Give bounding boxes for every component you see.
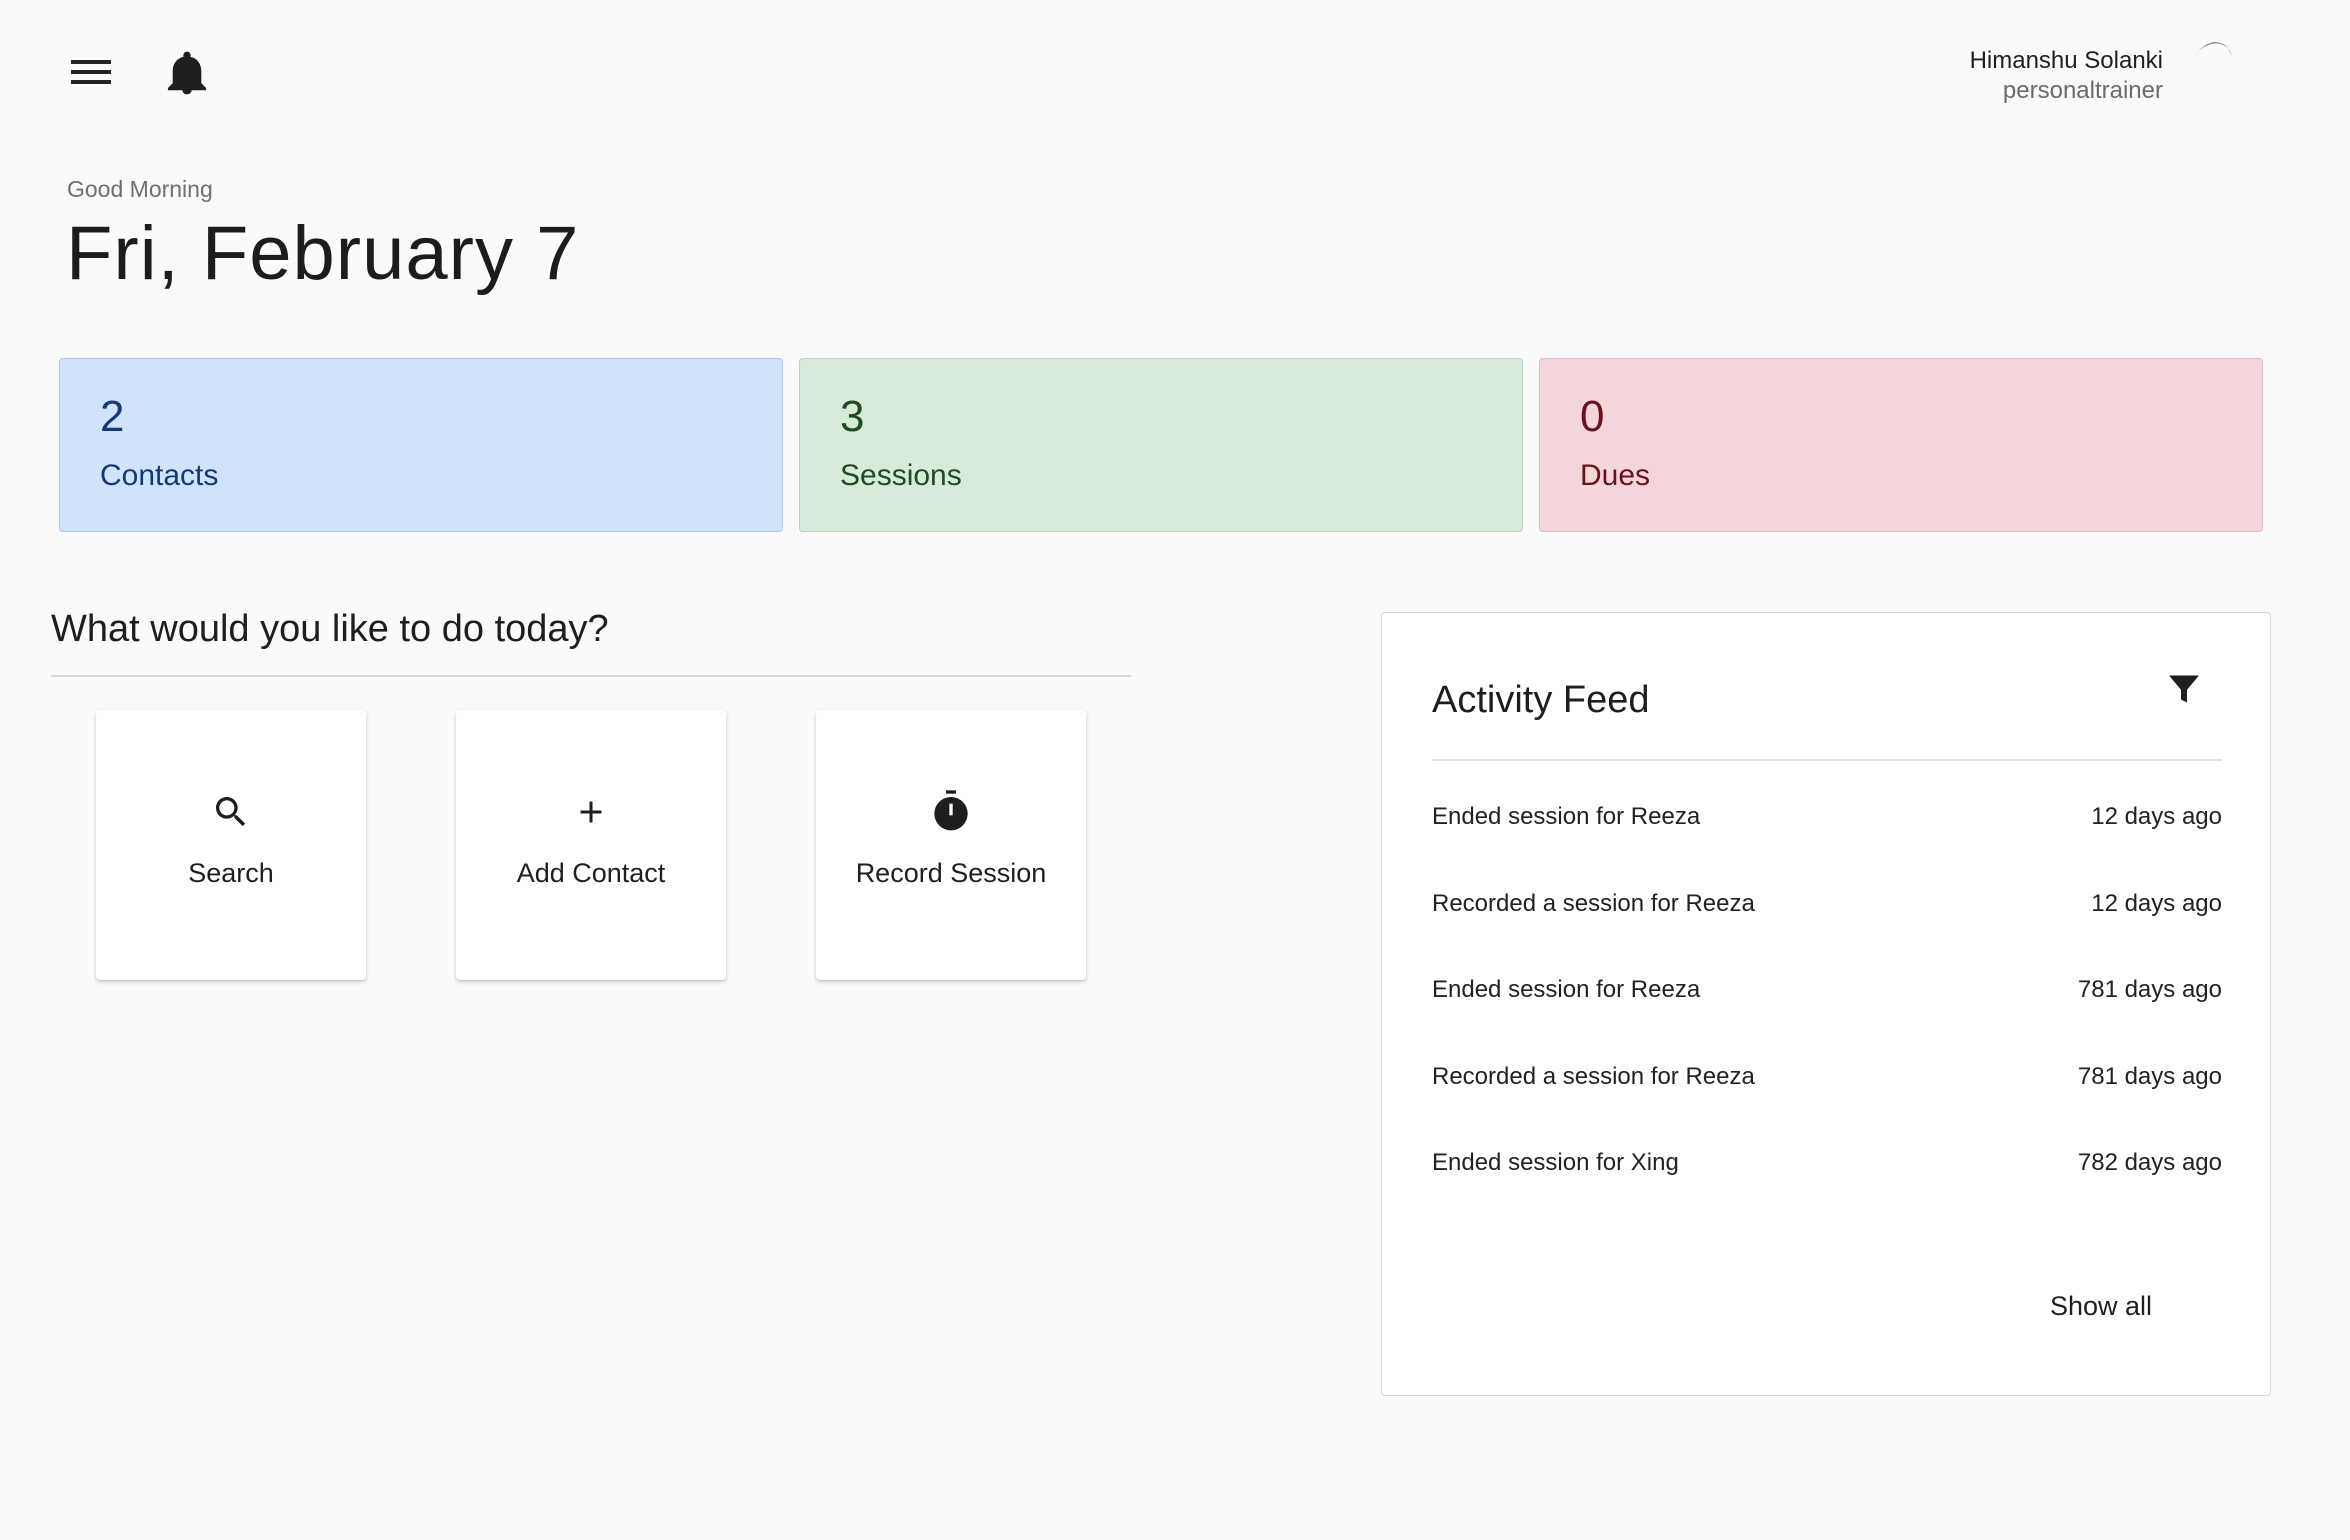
search-action-label: Search bbox=[188, 858, 274, 888]
activity-text: Ended session for Xing bbox=[1432, 1149, 1679, 1176]
sessions-stat-card[interactable]: 3 Sessions bbox=[799, 358, 1523, 532]
user-name: Himanshu Solanki bbox=[1969, 47, 2163, 74]
activity-text: Recorded a session for Reeza bbox=[1432, 1062, 1755, 1090]
actions-heading: What would you like to do today? bbox=[51, 608, 609, 650]
activity-feed-list: Ended session for Reeza 12 days ago Reco… bbox=[1432, 803, 2222, 1236]
avatar-image bbox=[2194, 42, 2232, 58]
actions-divider bbox=[51, 675, 1131, 677]
activity-feed-item[interactable]: Ended session for Xing 782 days ago bbox=[1432, 1149, 2222, 1236]
stopwatch-icon bbox=[934, 790, 968, 831]
activity-feed-divider bbox=[1432, 759, 2222, 761]
activity-feed-item[interactable]: Ended session for Reeza 12 days ago bbox=[1432, 803, 2222, 890]
avatar[interactable] bbox=[2188, 30, 2244, 86]
dues-count: 0 bbox=[1580, 392, 1605, 441]
activity-feed-title: Activity Feed bbox=[1432, 679, 1650, 721]
contacts-stat-card[interactable]: 2 Contacts bbox=[59, 358, 783, 532]
search-icon bbox=[216, 797, 246, 827]
activity-time: 12 days ago bbox=[2091, 889, 2222, 917]
activity-time: 12 days ago bbox=[2091, 803, 2222, 830]
add-contact-action-label: Add Contact bbox=[516, 858, 666, 888]
notifications-button[interactable] bbox=[154, 40, 220, 106]
page-title: Fri, February 7 bbox=[66, 211, 580, 296]
add-contact-action-button[interactable]: Add Contact bbox=[456, 710, 726, 980]
bell-icon bbox=[167, 51, 207, 95]
activity-text: Ended session for Reeza bbox=[1432, 803, 1701, 830]
activity-time: 781 days ago bbox=[2077, 976, 2222, 1003]
user-role: personaltrainer bbox=[2002, 77, 2163, 104]
show-all-button[interactable]: Show all bbox=[2050, 1291, 2152, 1322]
filter-button[interactable] bbox=[2160, 665, 2208, 713]
sessions-label: Sessions bbox=[840, 459, 962, 492]
menu-button[interactable] bbox=[58, 46, 124, 98]
dues-stat-card[interactable]: 0 Dues bbox=[1539, 358, 2263, 532]
record-session-action-button[interactable]: Record Session bbox=[816, 710, 1086, 980]
activity-time: 782 days ago bbox=[2077, 1149, 2222, 1176]
hamburger-menu-icon bbox=[71, 60, 111, 84]
sessions-count: 3 bbox=[840, 392, 865, 441]
activity-feed-item[interactable]: Ended session for Reeza 781 days ago bbox=[1432, 976, 2222, 1063]
activity-feed-card: Activity Feed Ended session for Reeza 12… bbox=[1381, 612, 2271, 1396]
activity-time: 781 days ago bbox=[2077, 1062, 2222, 1090]
dues-label: Dues bbox=[1580, 459, 1651, 492]
activity-text: Recorded a session for Reeza bbox=[1432, 889, 1755, 917]
activity-feed-item[interactable]: Recorded a session for Reeza 781 days ag… bbox=[1432, 1063, 2222, 1150]
search-action-button[interactable]: Search bbox=[96, 710, 366, 980]
dashboard-page: Himanshu Solanki personaltrainer Good Mo… bbox=[0, 0, 2350, 1540]
record-session-action-label: Record Session bbox=[855, 858, 1047, 888]
plus-icon bbox=[580, 801, 602, 823]
contacts-count: 2 bbox=[100, 392, 125, 441]
greeting-text: Good Morning bbox=[67, 176, 213, 202]
filter-icon bbox=[2169, 675, 2199, 703]
activity-text: Ended session for Reeza bbox=[1432, 976, 1701, 1003]
user-info[interactable]: Himanshu Solanki personaltrainer bbox=[1970, 46, 2163, 106]
contacts-label: Contacts bbox=[100, 459, 219, 492]
activity-feed-item[interactable]: Recorded a session for Reeza 12 days ago bbox=[1432, 890, 2222, 977]
